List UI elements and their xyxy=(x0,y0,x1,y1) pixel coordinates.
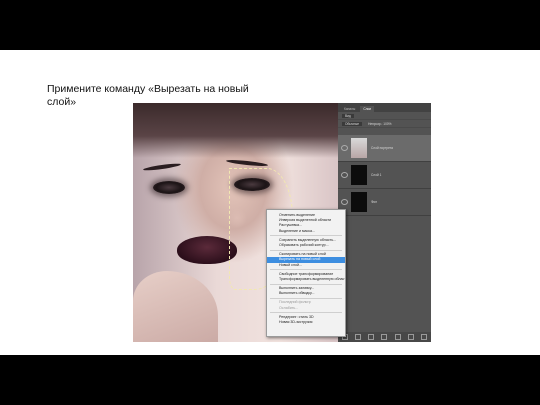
hand xyxy=(133,271,218,342)
menu-item: Ослабить... xyxy=(279,305,299,310)
kind-filter[interactable]: Вид xyxy=(342,113,354,118)
mask-icon[interactable] xyxy=(368,334,375,340)
tab-channels[interactable]: Каналы xyxy=(341,106,359,112)
layer-row[interactable]: Слой 1 xyxy=(338,162,431,189)
layer-row[interactable]: Фон xyxy=(338,189,431,216)
left-eyebrow xyxy=(142,162,182,172)
layer-thumbnail xyxy=(351,138,367,158)
slide: Примените команду «Вырезать на новый сло… xyxy=(0,50,540,355)
tab-layers[interactable]: Слои xyxy=(360,106,375,112)
menu-separator xyxy=(270,249,342,251)
right-eyebrow xyxy=(225,158,269,168)
context-menu: Отменить выделение Инверсия выделенной об… xyxy=(266,209,346,337)
blend-mode-select[interactable]: Обычные xyxy=(342,121,363,126)
menu-separator xyxy=(270,312,342,314)
visibility-eye-icon[interactable] xyxy=(341,172,348,178)
layer-row[interactable]: Слой портрета xyxy=(338,135,431,162)
menu-separator xyxy=(270,297,342,299)
hair-region xyxy=(133,103,343,158)
layers-panel: Каналы Слои Вид Обычные Непрозр.: 100% С… xyxy=(338,103,431,342)
menu-separator xyxy=(270,283,342,285)
filter-row: Вид xyxy=(338,112,431,120)
new-layer-icon[interactable] xyxy=(408,334,415,340)
menu-item[interactable]: Выполнить обводку... xyxy=(267,291,345,296)
menu-separator xyxy=(270,269,342,271)
fx-icon[interactable] xyxy=(354,334,361,340)
menu-item[interactable]: Новая 3D-экструзия xyxy=(267,320,345,325)
visibility-eye-icon[interactable] xyxy=(341,199,348,205)
menu-item[interactable]: Трансформировать выделенную область xyxy=(267,277,345,282)
menu-item[interactable]: Выделение и маска... xyxy=(267,229,345,234)
panel-footer-icons xyxy=(338,332,431,342)
visibility-eye-icon[interactable] xyxy=(341,145,348,151)
trash-icon[interactable] xyxy=(421,334,428,340)
folder-icon[interactable] xyxy=(394,334,401,340)
adjustment-icon[interactable] xyxy=(381,334,388,340)
blend-row: Обычные Непрозр.: 100% xyxy=(338,120,431,128)
layer-name: Слой 1 xyxy=(371,173,382,177)
menu-item[interactable]: Образовать рабочий контур... xyxy=(267,243,345,248)
layer-name: Фон xyxy=(371,200,377,204)
layer-name: Слой портрета xyxy=(371,146,393,150)
menu-item[interactable]: Новый слой... xyxy=(267,263,345,268)
layer-thumbnail xyxy=(351,192,367,212)
opacity-field[interactable]: Непрозр.: 100% xyxy=(368,122,391,126)
layer-thumbnail xyxy=(351,165,367,185)
lips xyxy=(177,236,237,264)
left-eye xyxy=(153,181,185,194)
panel-tabs: Каналы Слои xyxy=(338,103,431,112)
menu-separator xyxy=(270,235,342,237)
